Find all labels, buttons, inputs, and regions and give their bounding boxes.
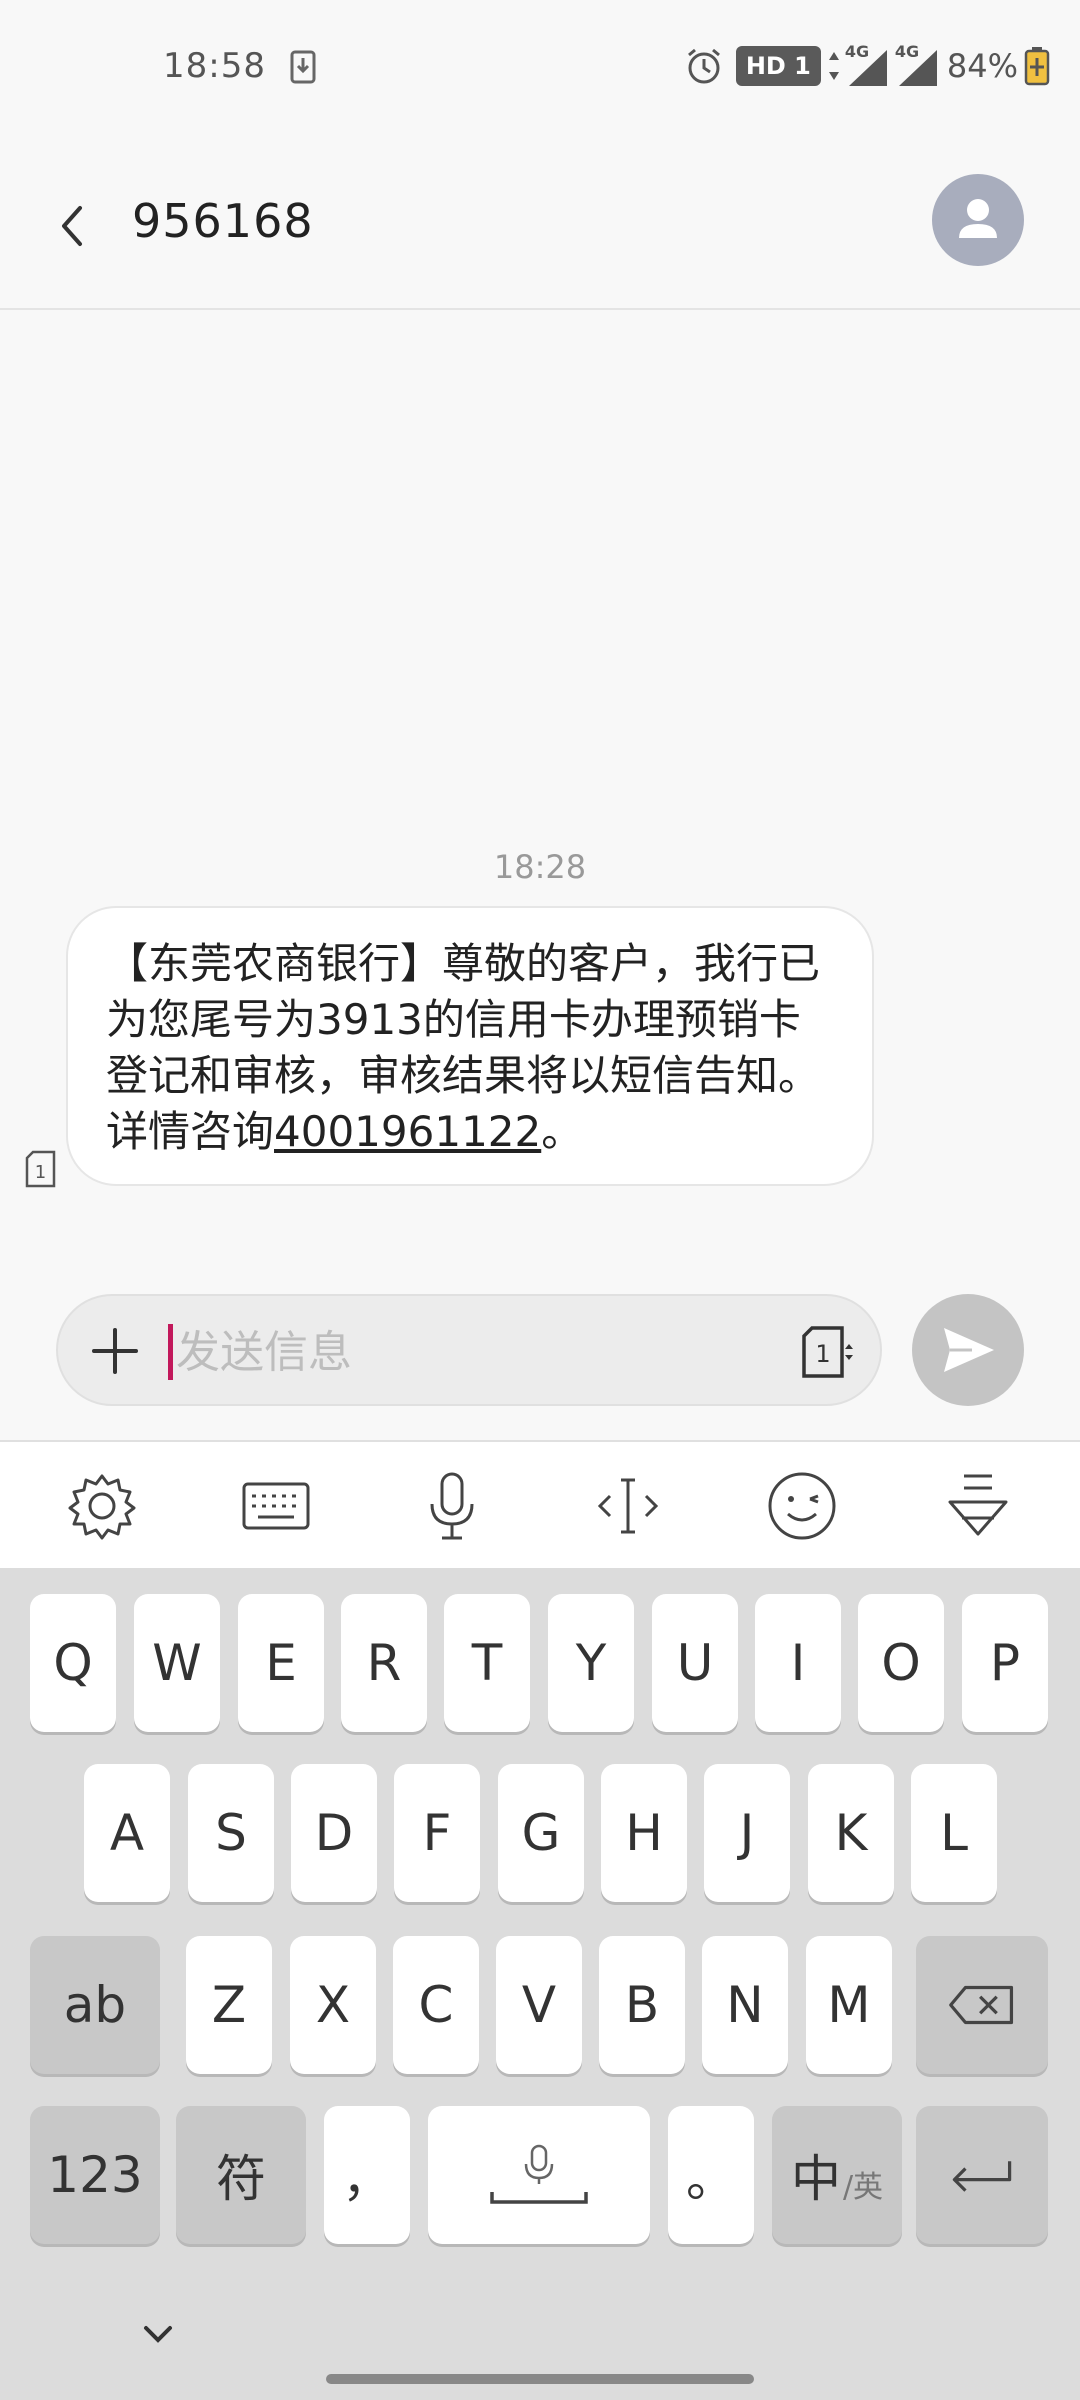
key-u[interactable]: U: [652, 1594, 738, 1732]
status-bar: 18:58 HD 1 4G 4G 84%: [0, 0, 1080, 138]
attach-plus-icon[interactable]: [90, 1326, 140, 1376]
key-j[interactable]: J: [704, 1764, 790, 1902]
key-b[interactable]: B: [599, 1936, 685, 2074]
data-arrows-icon: [828, 52, 839, 80]
key-r[interactable]: R: [341, 1594, 427, 1732]
keyboard-toolbar: [0, 1440, 1080, 1568]
key-t[interactable]: T: [444, 1594, 530, 1732]
key-v[interactable]: V: [496, 1936, 582, 2074]
lang-chinese: 中: [790, 2150, 841, 2208]
status-indicators: HD 1 4G 4G 84%: [684, 42, 1050, 88]
conversation-header: 956168: [0, 138, 1080, 310]
home-indicator[interactable]: [326, 2374, 754, 2384]
battery-charging-icon: [1024, 47, 1050, 86]
back-arrow-icon[interactable]: [52, 196, 92, 256]
status-time: 18:58: [163, 46, 266, 86]
key-c[interactable]: C: [393, 1936, 479, 2074]
sim-selector-icon[interactable]: 1: [798, 1322, 858, 1382]
signal-strength-icon: [848, 50, 887, 86]
key-y[interactable]: Y: [548, 1594, 634, 1732]
key-i[interactable]: I: [755, 1594, 841, 1732]
collapse-keyboard-icon: [948, 1474, 1008, 1536]
signal-1: 4G: [845, 42, 891, 88]
space-mic-icon: [490, 2144, 588, 2204]
key-e[interactable]: E: [238, 1594, 324, 1732]
compose-bar: 1: [56, 1294, 882, 1406]
message-text-end: 。: [541, 1107, 584, 1156]
message-timestamp: 18:28: [493, 848, 587, 886]
keyboard-icon: [242, 1482, 310, 1530]
alarm-icon: [687, 48, 720, 84]
microphone-icon: [430, 1472, 474, 1540]
send-icon: [944, 1328, 994, 1372]
key-h[interactable]: H: [601, 1764, 687, 1902]
voice-input-button[interactable]: [412, 1466, 492, 1546]
message-list[interactable]: 18:28 【东莞农商银行】尊敬的客户，我行已为您尾号为3913的信用卡办理预销…: [0, 312, 1080, 1292]
phone-link[interactable]: 4001961122: [274, 1107, 541, 1156]
emoji-button[interactable]: [762, 1466, 842, 1546]
sim-selector-label: 1: [815, 1340, 830, 1368]
key-q[interactable]: Q: [30, 1594, 116, 1732]
enter-icon: [952, 2161, 1012, 2192]
key-n[interactable]: N: [702, 1936, 788, 2074]
send-button[interactable]: [912, 1294, 1024, 1406]
signal-strength-icon: [898, 50, 937, 86]
key-w[interactable]: W: [134, 1594, 220, 1732]
shift-key[interactable]: ab: [30, 1936, 160, 2074]
key-g[interactable]: G: [498, 1764, 584, 1902]
message-input[interactable]: [176, 1310, 736, 1394]
gear-icon: [68, 1474, 136, 1540]
sim-label: 1: [35, 1162, 46, 1183]
key-a[interactable]: A: [84, 1764, 170, 1902]
text-cursor: [168, 1324, 173, 1380]
sim-card-icon: 1: [24, 1150, 58, 1188]
backspace-key[interactable]: [916, 1936, 1048, 2074]
key-m[interactable]: M: [806, 1936, 892, 2074]
contact-avatar[interactable]: [932, 174, 1024, 266]
download-notification-icon: [290, 50, 316, 84]
person-icon: [959, 199, 997, 238]
backspace-icon: [949, 1985, 1014, 2025]
battery-percent: 84%: [946, 47, 1018, 85]
comma-key[interactable]: ，: [324, 2106, 410, 2244]
key-p[interactable]: P: [962, 1594, 1048, 1732]
key-s[interactable]: S: [188, 1764, 274, 1902]
cursor-move-button[interactable]: [588, 1466, 668, 1546]
key-k[interactable]: K: [808, 1764, 894, 1902]
emoji-icon: [768, 1472, 836, 1540]
chevron-down-icon[interactable]: [138, 2320, 178, 2350]
keyboard-layout-button[interactable]: [236, 1466, 316, 1546]
key-l[interactable]: L: [911, 1764, 997, 1902]
period-key[interactable]: 。: [668, 2106, 754, 2244]
enter-key[interactable]: [916, 2106, 1048, 2244]
symbols-key[interactable]: 符: [176, 2106, 306, 2244]
language-switch-key[interactable]: 中/英: [772, 2106, 902, 2244]
keyboard: Q W E R T Y U I O P A S D F G H J K L ab…: [0, 1568, 1080, 2400]
lang-english: /英: [842, 2170, 884, 2205]
key-f[interactable]: F: [394, 1764, 480, 1902]
signal-2: 4G: [895, 42, 941, 88]
space-key[interactable]: [428, 2106, 650, 2244]
keyboard-settings-button[interactable]: [62, 1466, 142, 1546]
message-bubble[interactable]: 【东莞农商银行】尊敬的客户，我行已为您尾号为3913的信用卡办理预销卡登记和审核…: [66, 906, 874, 1186]
key-z[interactable]: Z: [186, 1936, 272, 2074]
key-d[interactable]: D: [291, 1764, 377, 1902]
hide-keyboard-button[interactable]: [938, 1466, 1018, 1546]
text-cursor-icon: [597, 1478, 659, 1534]
key-x[interactable]: X: [290, 1936, 376, 2074]
numbers-key[interactable]: 123: [30, 2106, 160, 2244]
key-o[interactable]: O: [858, 1594, 944, 1732]
contact-title: 956168: [132, 194, 314, 248]
hd-voice-badge: HD 1: [735, 46, 821, 86]
